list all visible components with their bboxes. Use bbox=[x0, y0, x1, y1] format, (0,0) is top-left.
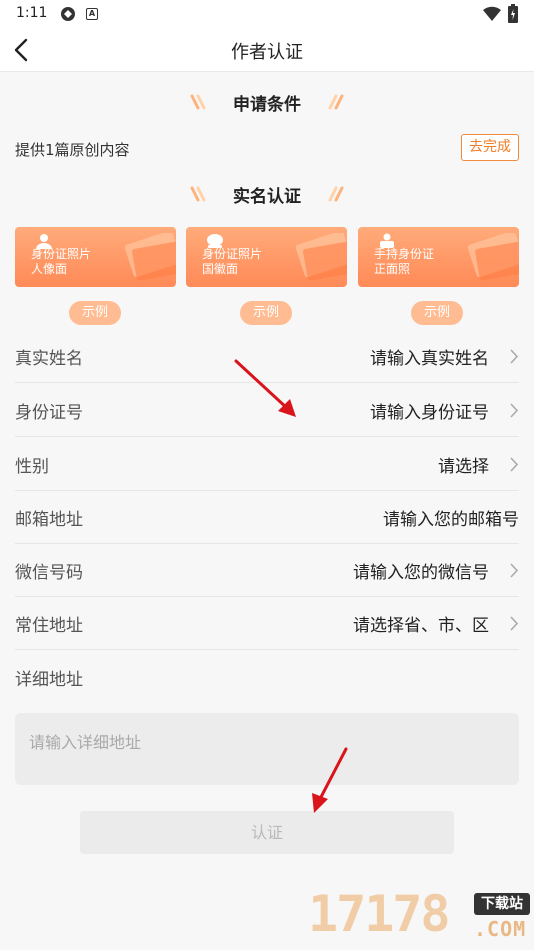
annotation-arrow-icon bbox=[312, 747, 348, 813]
card-decoration bbox=[467, 233, 519, 281]
example-button-back[interactable]: 示例 bbox=[240, 301, 292, 325]
annotation-arrow-icon bbox=[234, 359, 296, 417]
condition-text: 提供1篇原创内容 bbox=[15, 141, 130, 159]
card-label: 身份证照片 国徽面 bbox=[202, 247, 263, 276]
chevron-right-icon bbox=[510, 457, 519, 472]
complete-button[interactable]: 去完成 bbox=[461, 134, 519, 161]
page-title: 作者认证 bbox=[231, 42, 303, 63]
nav-bar: 作者认证 bbox=[0, 28, 534, 72]
form-row-gender[interactable]: 性别 请选择 bbox=[15, 437, 519, 491]
decoration-left-icon bbox=[190, 94, 206, 109]
decoration-right-icon bbox=[328, 94, 344, 109]
card-decoration bbox=[295, 233, 347, 281]
chevron-right-icon bbox=[510, 349, 519, 364]
watermark-domain: .COM bbox=[474, 917, 527, 941]
chevron-right-icon bbox=[510, 563, 519, 578]
submit-button[interactable]: 认证 bbox=[80, 811, 454, 854]
form-row-residence[interactable]: 常住地址 请选择省、市、区 bbox=[15, 596, 519, 650]
field-label: 微信号码 bbox=[15, 563, 83, 583]
section-title: 申请条件 bbox=[233, 95, 301, 115]
watermark-tag: 下载站 bbox=[474, 893, 530, 915]
decoration-right-icon bbox=[328, 186, 344, 201]
example-button-front[interactable]: 示例 bbox=[69, 301, 121, 325]
app-badge-icon: A bbox=[86, 8, 98, 20]
watermark-digits: 17178 bbox=[308, 885, 451, 943]
real-name-input[interactable]: 请输入真实姓名 bbox=[370, 344, 489, 369]
form-row-email[interactable]: 邮箱地址 请输入您的邮箱号 bbox=[15, 490, 519, 544]
field-label: 性别 bbox=[15, 457, 49, 477]
section-header-conditions: 申请条件 bbox=[0, 90, 534, 115]
chevron-right-icon bbox=[510, 616, 519, 631]
card-decoration bbox=[124, 233, 176, 281]
residence-select[interactable]: 请选择省、市、区 bbox=[353, 611, 489, 636]
app-notification-icon bbox=[61, 7, 75, 21]
id-number-input[interactable]: 请输入身份证号 bbox=[370, 398, 489, 423]
card-label: 手持身份证 正面照 bbox=[374, 247, 435, 276]
address-textarea[interactable] bbox=[15, 713, 519, 785]
address-label: 详细地址 bbox=[15, 670, 83, 690]
field-label: 真实姓名 bbox=[15, 349, 83, 369]
section-title: 实名认证 bbox=[233, 187, 301, 207]
battery-icon bbox=[508, 4, 518, 23]
field-label: 邮箱地址 bbox=[15, 510, 83, 530]
decoration-left-icon bbox=[190, 186, 206, 201]
field-label: 身份证号 bbox=[15, 403, 83, 423]
condition-row: 提供1篇原创内容 去完成 bbox=[15, 134, 519, 162]
field-label: 常住地址 bbox=[15, 616, 83, 636]
gender-select[interactable]: 请选择 bbox=[438, 452, 489, 477]
chevron-right-icon bbox=[510, 403, 519, 418]
id-back-upload-card[interactable]: 身份证照片 国徽面 bbox=[186, 227, 347, 287]
handheld-id-upload-card[interactable]: 手持身份证 正面照 bbox=[358, 227, 519, 287]
form-row-wechat[interactable]: 微信号码 请输入您的微信号 bbox=[15, 543, 519, 597]
id-front-upload-card[interactable]: 身份证照片 人像面 bbox=[15, 227, 176, 287]
wifi-icon bbox=[483, 6, 501, 22]
section-header-real-name: 实名认证 bbox=[0, 182, 534, 207]
status-bar: 1:11 A bbox=[0, 0, 534, 28]
wechat-input[interactable]: 请输入您的微信号 bbox=[353, 558, 489, 583]
watermark-logo: 17178 下载站 .COM bbox=[308, 885, 530, 947]
card-label: 身份证照片 人像面 bbox=[31, 247, 92, 276]
example-button-handheld[interactable]: 示例 bbox=[411, 301, 463, 325]
email-input[interactable]: 请输入您的邮箱号 bbox=[383, 505, 519, 530]
status-time: 1:11 bbox=[16, 5, 48, 21]
